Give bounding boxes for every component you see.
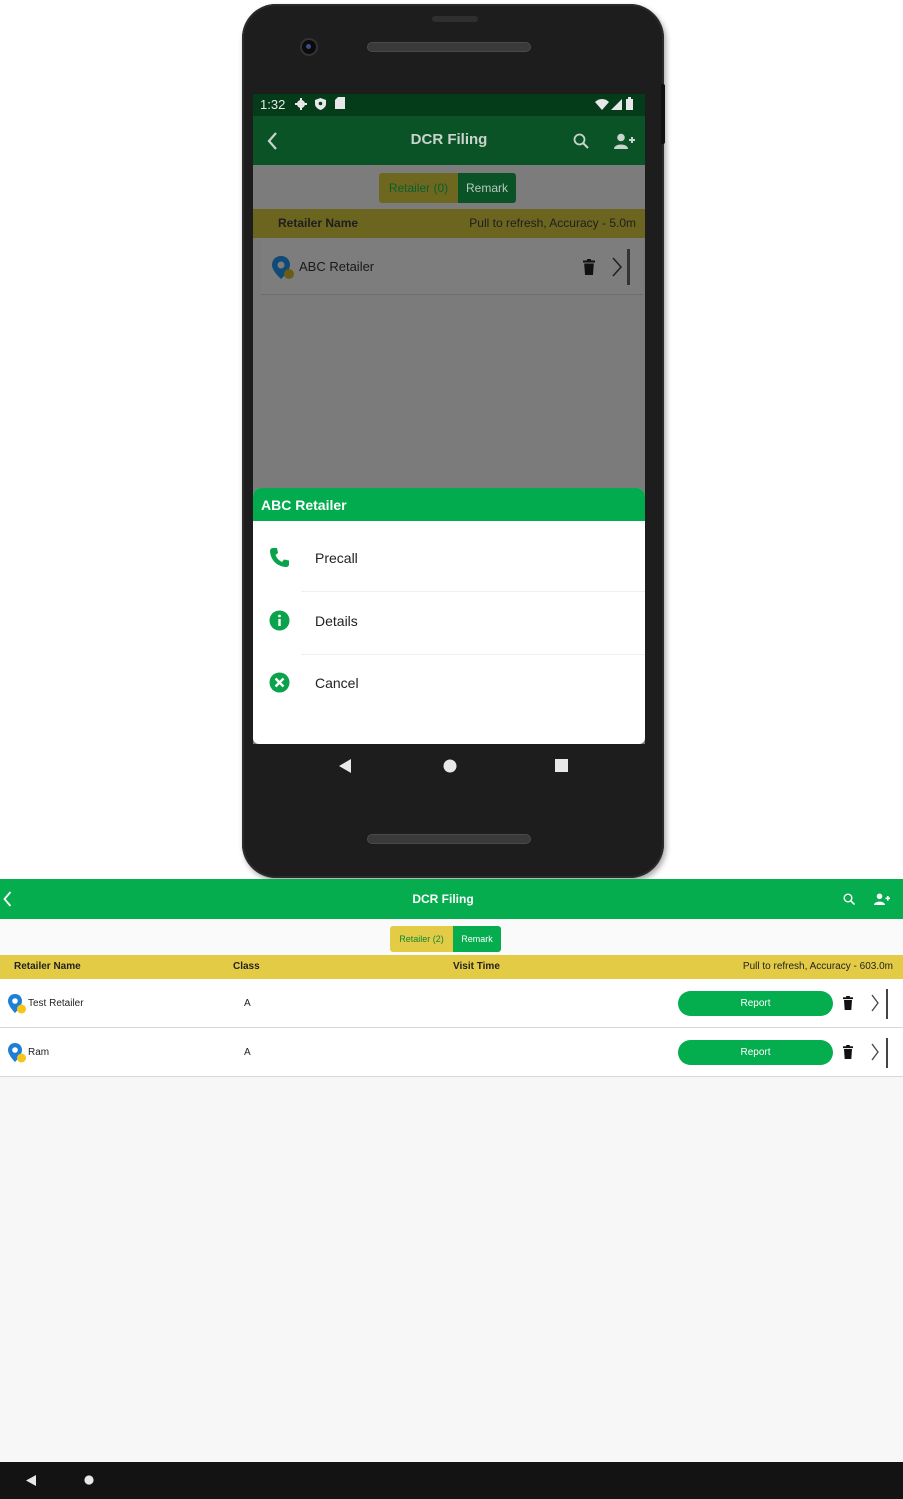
accuracy-info: Pull to refresh, Accuracy - 603.0m	[742, 961, 893, 972]
nav-home-icon[interactable]	[84, 1475, 94, 1485]
sheet-item-label: Precall	[315, 550, 358, 566]
nav-back-icon[interactable]	[26, 1475, 36, 1486]
search-icon[interactable]	[843, 893, 855, 905]
status-bar: 1:32	[253, 94, 645, 116]
delete-icon[interactable]	[583, 259, 595, 275]
sheet-title: ABC Retailer	[253, 488, 645, 521]
wifi-status-icon	[595, 99, 609, 110]
row-divider-bar	[886, 989, 888, 1019]
retailer-class: A	[244, 998, 251, 1009]
retailer-name: Ram	[28, 1047, 50, 1058]
nav-back-icon[interactable]	[339, 759, 351, 773]
sheet-item-details[interactable]: Details	[253, 592, 645, 654]
location-pin-icon	[272, 256, 294, 279]
list-header: Retailer Name Pull to refresh, Accuracy …	[253, 209, 645, 238]
column-visit-time: Visit Time	[453, 961, 500, 972]
sheet-item-label: Cancel	[315, 675, 359, 691]
report-button[interactable]: Report	[678, 1040, 833, 1065]
row-divider-bar	[627, 249, 630, 285]
chevron-right-icon[interactable]	[611, 256, 623, 278]
earpiece-speaker	[367, 42, 531, 52]
android-nav-bar	[253, 744, 645, 794]
shield-status-icon	[315, 98, 326, 110]
row-divider-bar	[886, 1038, 888, 1068]
app-bar: DCR Filing	[253, 116, 645, 165]
bottom-speaker	[367, 834, 531, 844]
sheet-item-label: Details	[315, 613, 358, 629]
nav-recents-icon[interactable]	[555, 759, 568, 772]
tab-retailer[interactable]: Retailer (2)	[390, 926, 453, 952]
accuracy-info: Pull to refresh, Accuracy - 5.0m	[469, 216, 636, 230]
app-bar: DCR Filing	[0, 879, 903, 919]
tab-remark[interactable]: Remark	[453, 926, 501, 952]
location-pin-icon	[8, 1043, 26, 1063]
front-camera	[302, 40, 316, 54]
location-pin-icon	[8, 994, 26, 1014]
add-user-icon[interactable]	[614, 133, 635, 149]
sheet-item-cancel[interactable]: Cancel	[253, 654, 645, 716]
status-time: 1:32	[260, 97, 286, 112]
add-user-icon[interactable]	[874, 893, 890, 905]
list-item[interactable]: ABC Retailer	[261, 238, 643, 295]
tablet-screen: DCR Filing Retailer (2) Remark Retailer …	[0, 879, 903, 1499]
sdcard-status-icon	[335, 97, 345, 109]
tab-remark[interactable]: Remark	[458, 173, 516, 203]
android-nav-bar	[0, 1462, 903, 1499]
table-row[interactable]: Ram A Report	[0, 1028, 903, 1077]
column-class: Class	[233, 961, 260, 972]
table-row[interactable]: Test Retailer A Report	[0, 979, 903, 1028]
phone-icon	[270, 548, 289, 567]
chevron-right-icon[interactable]	[870, 1042, 880, 1062]
column-retailer-name: Retailer Name	[14, 961, 81, 972]
battery-status-icon	[626, 97, 633, 110]
nav-home-icon[interactable]	[443, 759, 457, 773]
retailer-name: ABC Retailer	[299, 259, 375, 274]
settings-status-icon	[295, 98, 307, 110]
info-icon	[269, 610, 290, 631]
search-icon[interactable]	[573, 133, 589, 149]
delete-icon[interactable]	[843, 1045, 853, 1059]
phone-frame: 1:32 DCR Filing Retailer (0) Remark Reta…	[242, 4, 665, 878]
tab-bar: Retailer (2) Remark	[0, 919, 903, 955]
chevron-right-icon[interactable]	[870, 993, 880, 1013]
column-retailer-name: Retailer Name	[278, 216, 359, 230]
table-header: Retailer Name Class Visit Time Pull to r…	[0, 955, 903, 979]
sheet-item-precall[interactable]: Precall	[253, 529, 645, 591]
phone-top-slit	[432, 16, 478, 22]
bottom-sheet: ABC Retailer Precall Details Cancel	[253, 488, 645, 744]
tab-bar: Retailer (0) Remark	[253, 165, 645, 209]
delete-icon[interactable]	[843, 996, 853, 1010]
signal-status-icon	[611, 99, 622, 110]
power-button	[661, 84, 665, 144]
cancel-icon	[269, 672, 290, 693]
retailer-class: A	[244, 1047, 251, 1058]
retailer-name: Test Retailer	[28, 998, 84, 1009]
tab-retailer[interactable]: Retailer (0)	[379, 173, 458, 203]
page-title: DCR Filing	[412, 892, 474, 906]
report-button[interactable]: Report	[678, 991, 833, 1016]
